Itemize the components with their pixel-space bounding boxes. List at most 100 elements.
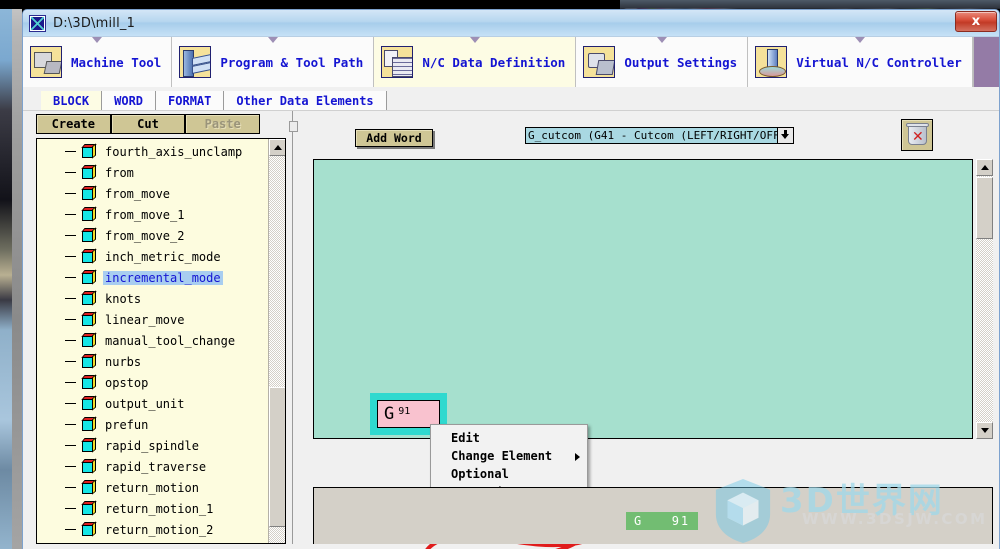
create-button[interactable]: Create	[36, 114, 111, 134]
element-tree[interactable]: fourth_axis_unclampfrom from_move from_mov…	[36, 138, 286, 544]
tree-item[interactable]: return_motion	[37, 477, 269, 498]
tree-item[interactable]: knots	[37, 288, 269, 309]
module-virtual-nc-controller[interactable]: Virtual N/C Controller	[748, 37, 973, 87]
module-tab-pointer-icon	[854, 37, 865, 43]
word-combo-value[interactable]: G_cutcom (G41 - Cutcom (LEFT/RIGHT/OFF))	[525, 127, 777, 144]
module-program-tool-path[interactable]: Program & Tool Path	[172, 37, 375, 87]
application-window: D:\3D\mill_1 x Machine Tool Program & To…	[22, 9, 1000, 549]
tree-item[interactable]: incremental_mode	[37, 267, 269, 288]
element-tree-panel: Create Cut Paste fourth_axis_unclampfrom…	[25, 111, 289, 544]
context-menu-label-change-element: Change Element	[451, 449, 553, 463]
tree-item[interactable]: from	[37, 162, 269, 183]
tree-connector-line	[65, 277, 76, 278]
tree-connector-line	[65, 340, 76, 341]
cube-icon	[81, 185, 97, 201]
module-toolbar: Machine Tool Program & Tool Path N/C Dat…	[23, 37, 999, 87]
tree-connector-line	[65, 382, 76, 383]
tree-connector-line	[65, 235, 76, 236]
tree-item[interactable]: return_motion_2	[37, 519, 269, 540]
cut-button[interactable]: Cut	[110, 114, 186, 134]
tree-item-list: fourth_axis_unclampfrom from_move from_mov…	[37, 139, 269, 540]
tree-item[interactable]: opstop	[37, 372, 269, 393]
tree-item[interactable]: rapid_traverse	[37, 456, 269, 477]
tree-connector-line	[65, 529, 76, 530]
arrow-up-icon	[980, 165, 989, 170]
cube-icon	[81, 479, 97, 495]
tree-item-label: rapid_traverse	[105, 459, 207, 474]
preview-word-chip: G 91	[626, 512, 699, 530]
tree-item[interactable]: rapid_spindle	[37, 435, 269, 456]
tree-item[interactable]: output_unit	[37, 393, 269, 414]
cube-icon	[81, 248, 97, 264]
block-word-value: 91	[398, 406, 411, 417]
cube-icon	[81, 311, 97, 327]
toolbar-filler-panel	[972, 37, 999, 87]
context-menu-item-optional[interactable]: Optional	[431, 465, 587, 483]
delete-word-button[interactable]: ✕	[901, 119, 933, 151]
tree-item-label: from_move_1	[105, 207, 185, 222]
tree-item[interactable]: nurbs	[37, 351, 269, 372]
tree-scroll-up-button[interactable]	[269, 139, 285, 156]
tree-connector-line	[65, 424, 76, 425]
tree-item-label: incremental_mode	[103, 270, 223, 285]
panel-splitter[interactable]	[289, 111, 298, 544]
tree-item[interactable]: manual_tool_change	[37, 330, 269, 351]
block-preview-panel: G 91	[313, 487, 993, 544]
cube-icon	[81, 143, 97, 159]
tab-block[interactable]: BLOCK	[41, 91, 103, 111]
tree-item-label: fourth_axis_unclamp	[105, 144, 243, 159]
cube-icon	[81, 206, 97, 222]
canvas-scroll-down-button[interactable]	[976, 422, 993, 439]
cube-icon	[81, 395, 97, 411]
tree-item[interactable]: inch_metric_mode	[37, 246, 269, 267]
cube-icon	[81, 437, 97, 453]
tree-scrollbar-thumb[interactable]	[269, 387, 285, 527]
module-label-output-settings: Output Settings	[624, 54, 738, 70]
tree-connector-line	[65, 193, 76, 194]
tree-item[interactable]: prefun	[37, 414, 269, 435]
canvas-scrollbar-thumb[interactable]	[976, 177, 993, 239]
tab-bar: BLOCK WORD FORMAT Other Data Elements	[23, 87, 999, 111]
canvas-vertical-scrollbar[interactable]	[976, 159, 993, 439]
tree-item-label: nurbs	[105, 354, 142, 369]
add-word-button[interactable]: Add Word	[355, 129, 433, 147]
tree-item[interactable]: return_motion_1	[37, 498, 269, 519]
tree-item-label: manual_tool_change	[105, 333, 236, 348]
tree-item-label: inch_metric_mode	[105, 249, 221, 264]
tree-item[interactable]: from_move	[37, 183, 269, 204]
close-button[interactable]: x	[955, 11, 997, 32]
module-tab-pointer-icon	[469, 37, 480, 43]
tree-item[interactable]: from_move_2	[37, 225, 269, 246]
word-combo-dropdown-button[interactable]	[777, 127, 794, 144]
tree-item-label: linear_move	[105, 312, 185, 327]
module-label-nc-data-definition: N/C Data Definition	[422, 54, 566, 70]
tree-item[interactable]: linear_move	[37, 309, 269, 330]
tab-other-data-elements[interactable]: Other Data Elements	[224, 91, 387, 111]
module-output-settings[interactable]: Output Settings	[576, 37, 749, 87]
tree-action-buttons: Create Cut Paste	[36, 114, 261, 134]
download-arrow-icon	[781, 130, 790, 141]
screenshot-root: D:\3D\mill_1 x Machine Tool Program & To…	[0, 0, 1000, 549]
window-body: Create Cut Paste fourth_axis_unclampfrom…	[23, 111, 999, 549]
window-title: D:\3D\mill_1	[53, 15, 136, 31]
cube-icon	[81, 227, 97, 243]
tree-item-label: return_motion	[105, 480, 199, 495]
cube-icon	[81, 290, 97, 306]
nc-data-definition-icon	[381, 46, 414, 78]
word-selector[interactable]: G_cutcom (G41 - Cutcom (LEFT/RIGHT/OFF))	[525, 127, 794, 144]
tree-connector-line	[65, 298, 76, 299]
tab-format[interactable]: FORMAT	[156, 91, 225, 111]
tree-item[interactable]: fourth_axis_unclamp	[37, 141, 269, 162]
module-nc-data-definition[interactable]: N/C Data Definition	[374, 37, 577, 87]
splitter-line	[292, 111, 293, 544]
tab-word[interactable]: WORD	[102, 91, 157, 111]
module-machine-tool[interactable]: Machine Tool	[23, 37, 173, 87]
tree-item-label: rapid_spindle	[105, 438, 199, 453]
context-menu-item-edit[interactable]: Edit	[431, 429, 587, 447]
desktop-background-left	[0, 0, 12, 549]
cube-icon	[81, 374, 97, 390]
canvas-scroll-up-button[interactable]	[976, 159, 993, 176]
tree-vertical-scrollbar[interactable]	[268, 139, 285, 543]
tree-item[interactable]: from_move_1	[37, 204, 269, 225]
context-menu-item-change-element[interactable]: Change Element	[431, 447, 587, 465]
